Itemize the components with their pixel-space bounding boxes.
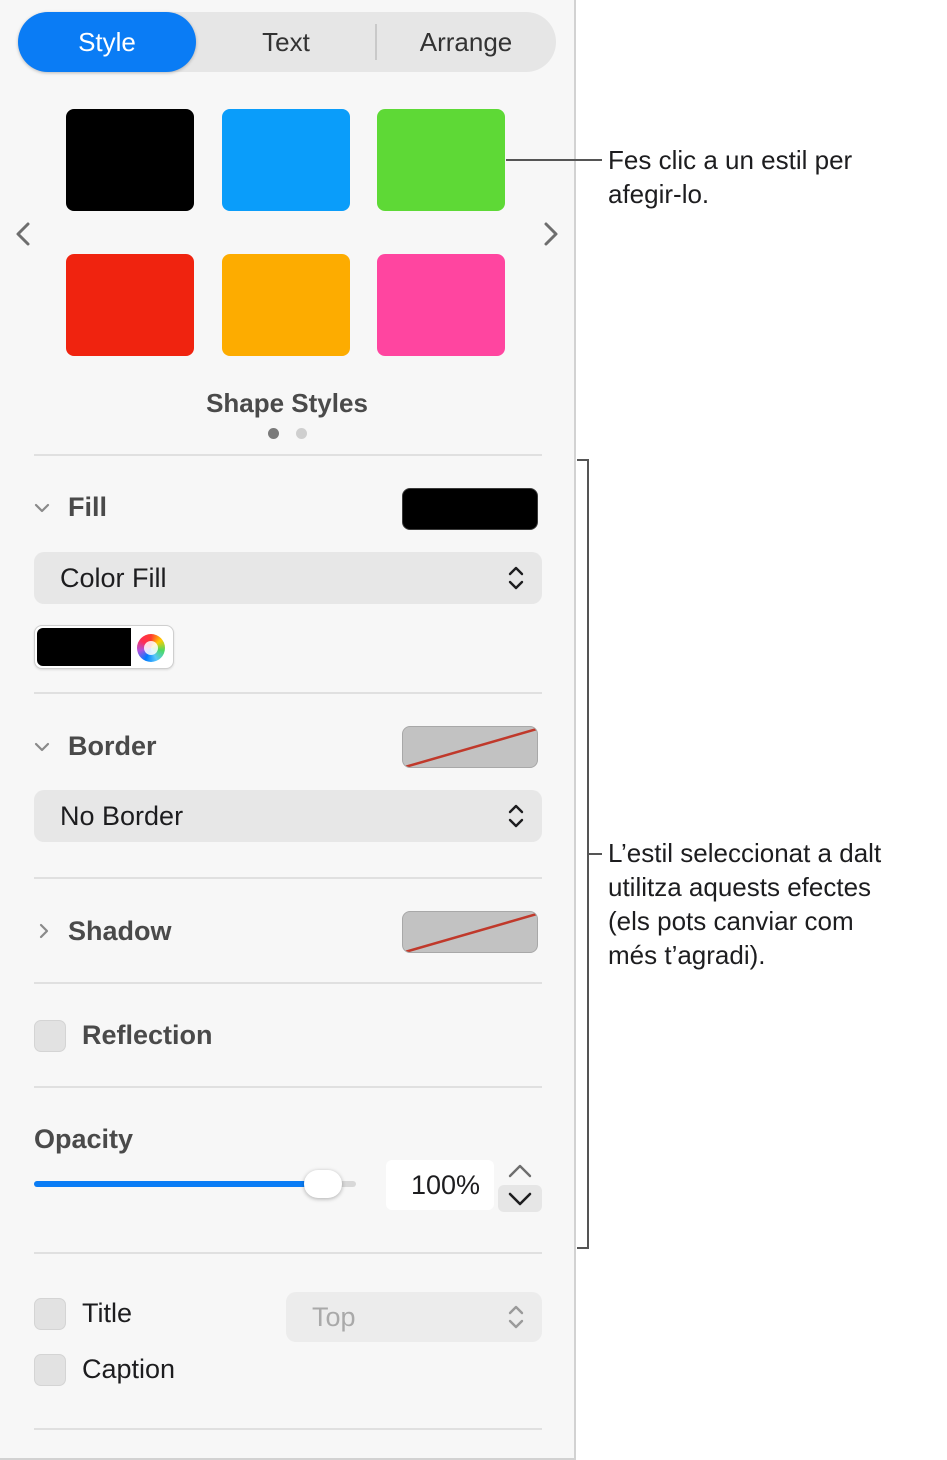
caption-label: Caption bbox=[82, 1354, 176, 1384]
divider bbox=[34, 454, 542, 456]
style-swatch-6[interactable] bbox=[377, 254, 505, 356]
title-position-value: Top bbox=[312, 1302, 356, 1332]
divider bbox=[34, 1086, 542, 1088]
border-type-value: No Border bbox=[60, 801, 184, 831]
style-swatch-2[interactable] bbox=[222, 109, 350, 211]
divider bbox=[34, 982, 542, 984]
border-label: Border bbox=[68, 731, 157, 761]
opacity-value: 100% bbox=[410, 1170, 480, 1200]
no-color-line bbox=[404, 727, 537, 767]
style-swatch-5[interactable] bbox=[222, 254, 350, 356]
callout-styles-line: afegir-lo. bbox=[608, 179, 710, 209]
divider bbox=[34, 1252, 542, 1254]
title-label: Title bbox=[82, 1298, 133, 1328]
callout-bracket bbox=[577, 459, 589, 1249]
shape-styles-label: Shape Styles bbox=[206, 388, 368, 418]
tab-style[interactable]: Style bbox=[18, 12, 196, 72]
callout-effects-line: L’estil seleccionat a dalt bbox=[608, 838, 882, 868]
color-picker-control bbox=[34, 625, 174, 669]
stepper-down-icon[interactable] bbox=[498, 1185, 542, 1212]
chevron-right-icon[interactable] bbox=[34, 921, 54, 946]
fill-color-chip[interactable] bbox=[37, 628, 131, 666]
callout-styles-line: Fes clic a un estil per bbox=[608, 145, 853, 175]
callout-effects-line: utilitza aquests efectes bbox=[608, 872, 872, 902]
opacity-label: Opacity bbox=[34, 1124, 134, 1154]
reflection-checkbox[interactable] bbox=[34, 1020, 66, 1052]
shadow-color-well[interactable] bbox=[402, 911, 538, 953]
no-color-line bbox=[404, 912, 537, 952]
opacity-slider-knob[interactable] bbox=[304, 1170, 342, 1198]
up-down-chevron-icon bbox=[508, 804, 524, 828]
fill-color-well[interactable] bbox=[402, 488, 538, 530]
page-dot-2[interactable] bbox=[296, 428, 307, 439]
reflection-label: Reflection bbox=[82, 1020, 213, 1050]
callout-styles: Fes clic a un estil per afegir-lo. bbox=[608, 143, 938, 211]
border-color-well[interactable] bbox=[402, 726, 538, 768]
fill-type-popup[interactable]: Color Fill bbox=[34, 552, 542, 604]
callout-line-effects bbox=[589, 853, 602, 855]
chevron-right-icon[interactable] bbox=[536, 214, 566, 254]
opacity-slider[interactable] bbox=[34, 1170, 356, 1200]
style-swatch-3[interactable] bbox=[377, 109, 505, 211]
shadow-label: Shadow bbox=[68, 916, 172, 946]
callout-effects-line: (els pots canviar com bbox=[608, 906, 854, 936]
up-down-chevron-icon bbox=[508, 1305, 524, 1329]
opacity-slider-fill bbox=[34, 1181, 323, 1187]
inspector-tab-bar: Style Text Arrange bbox=[18, 12, 556, 72]
title-checkbox[interactable] bbox=[34, 1298, 66, 1330]
fill-label: Fill bbox=[68, 492, 107, 522]
stepper-up-icon[interactable] bbox=[498, 1158, 542, 1184]
divider bbox=[34, 877, 542, 879]
divider bbox=[34, 1428, 542, 1430]
opacity-value-field[interactable]: 100% bbox=[386, 1160, 494, 1210]
tab-arrange[interactable]: Arrange bbox=[376, 12, 556, 72]
page-dot-1[interactable] bbox=[268, 428, 279, 439]
opacity-stepper bbox=[498, 1158, 542, 1212]
color-wheel-icon[interactable] bbox=[137, 634, 165, 662]
format-sidebar: Style Text Arrange Shape Styles Fill Col… bbox=[0, 0, 576, 1460]
chevron-down-icon[interactable] bbox=[32, 498, 52, 523]
style-swatch-1[interactable] bbox=[66, 109, 194, 211]
style-swatch-4[interactable] bbox=[66, 254, 194, 356]
title-position-popup[interactable]: Top bbox=[286, 1292, 542, 1342]
divider bbox=[34, 692, 542, 694]
border-type-popup[interactable]: No Border bbox=[34, 790, 542, 842]
tab-text[interactable]: Text bbox=[196, 12, 376, 72]
callout-line-styles bbox=[506, 159, 602, 161]
caption-checkbox[interactable] bbox=[34, 1354, 66, 1386]
callout-effects: L’estil seleccionat a dalt utilitza aque… bbox=[608, 836, 943, 972]
up-down-chevron-icon bbox=[508, 566, 524, 590]
fill-type-value: Color Fill bbox=[60, 563, 167, 593]
callout-effects-line: més t’agradi). bbox=[608, 940, 766, 970]
chevron-left-icon[interactable] bbox=[8, 214, 38, 254]
chevron-down-icon[interactable] bbox=[32, 737, 52, 762]
